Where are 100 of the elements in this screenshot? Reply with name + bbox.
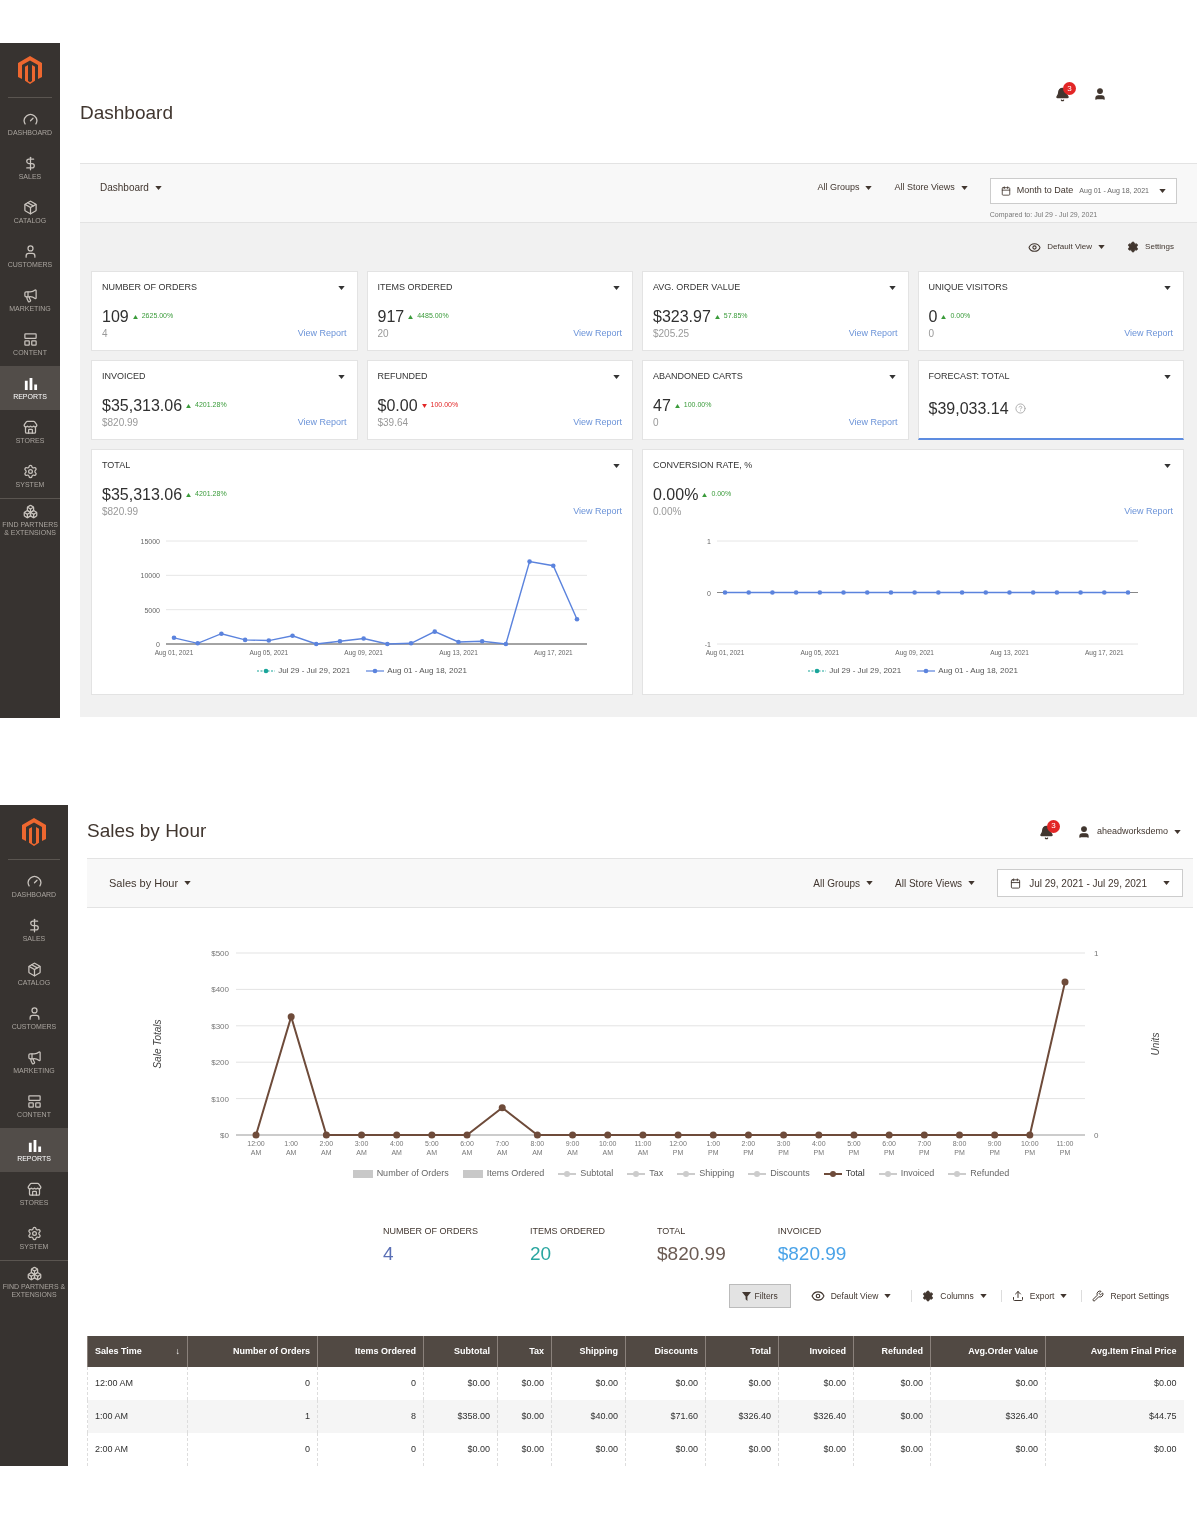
view-report-link[interactable]: View Report: [573, 327, 622, 341]
view-selector[interactable]: Default View: [1028, 240, 1106, 254]
data-point: [885, 1131, 893, 1139]
data-point: [1061, 978, 1069, 986]
caret-icon: [960, 185, 968, 190]
column-header[interactable]: Tax: [497, 1336, 552, 1367]
user-menu[interactable]: aheadworksdemo: [1076, 824, 1181, 839]
data-point: [841, 589, 846, 595]
page-title: Dashboard: [80, 101, 173, 125]
data-point: [1102, 589, 1107, 595]
data-point: [864, 589, 870, 595]
logo-icon[interactable]: [17, 55, 43, 85]
view-report-link[interactable]: View Report: [848, 327, 898, 341]
columns-button[interactable]: Columns: [911, 1289, 987, 1303]
legend-line-icon: [878, 1169, 897, 1178]
data-point: [991, 1131, 999, 1139]
dropdown-button[interactable]: Sales by Hour: [109, 874, 192, 892]
column-header[interactable]: Number of Orders: [187, 1336, 318, 1367]
data-point: [290, 632, 295, 638]
table-cell: $0.00: [625, 1433, 706, 1466]
view-selector[interactable]: Default View: [804, 1289, 898, 1303]
caret-icon: [968, 881, 976, 885]
total-label: ITEMS ORDERED: [530, 1224, 606, 1238]
card-title: INVOICED: [102, 370, 146, 383]
caret-icon: [184, 881, 192, 885]
settings-icon: [22, 463, 38, 479]
report-settings-button[interactable]: Report Settings: [1081, 1289, 1169, 1303]
caret-icon: [888, 285, 896, 290]
funnel-icon: [741, 1291, 751, 1301]
person-icon: [26, 1005, 42, 1021]
card-menu-button[interactable]: [611, 283, 622, 292]
legend-line-icon: [677, 1169, 696, 1178]
dropdown-button[interactable]: All Store Views: [894, 181, 968, 195]
date-range-button[interactable]: Jul 29, 2021 - Jul 29, 2021: [997, 869, 1183, 897]
data-point: [1054, 589, 1060, 595]
settings-button[interactable]: Settings: [1127, 241, 1174, 253]
dropdown-button[interactable]: All Groups: [817, 181, 873, 195]
card-menu-button[interactable]: [1162, 372, 1173, 381]
caret-icon: [865, 185, 873, 190]
column-header[interactable]: Discounts: [625, 1336, 706, 1367]
export-button[interactable]: Export: [1000, 1289, 1068, 1303]
person-icon: [22, 243, 38, 259]
upload-icon: [1011, 1290, 1024, 1302]
column-header[interactable]: Avg.Item Final Price: [1045, 1336, 1184, 1367]
legend-label: Total: [845, 1167, 865, 1180]
view-report-link[interactable]: View Report: [1124, 327, 1173, 341]
view-report-link[interactable]: View Report: [1124, 505, 1173, 519]
legend-item[interactable]: Number of Orders: [352, 1167, 449, 1181]
column-header[interactable]: Subtotal: [423, 1336, 498, 1367]
legend-item[interactable]: Invoiced: [878, 1167, 935, 1181]
view-report-link[interactable]: View Report: [297, 416, 347, 430]
calendar-icon: [1000, 186, 1011, 196]
view-report-link[interactable]: View Report: [573, 416, 622, 430]
caret-icon: [613, 374, 620, 379]
logo-icon[interactable]: [21, 817, 47, 847]
view-report-link[interactable]: View Report: [848, 416, 898, 430]
card-title: ITEMS ORDERED: [377, 281, 453, 294]
data-point: [322, 1131, 330, 1139]
table-cell: $0.00: [1045, 1433, 1184, 1466]
column-header[interactable]: Avg.Order Value: [930, 1336, 1046, 1367]
card-menu-button[interactable]: [1162, 461, 1173, 470]
data-point: [195, 640, 200, 646]
card-menu-button[interactable]: [1162, 283, 1173, 292]
table-cell: 2:00 AM: [87, 1433, 188, 1466]
filters-button[interactable]: Filters: [728, 1284, 791, 1308]
column-header[interactable]: Items Ordered: [317, 1336, 424, 1367]
caret-icon: [1164, 285, 1171, 290]
column-header[interactable]: Invoiced: [778, 1336, 854, 1367]
column-header[interactable]: Shipping: [551, 1336, 626, 1367]
legend-item[interactable]: Items Ordered: [462, 1167, 545, 1181]
caret-icon: [613, 463, 620, 468]
megaphone-icon: [26, 1049, 42, 1065]
legend-item[interactable]: Tax: [627, 1167, 664, 1181]
dropdown-button[interactable]: All Groups: [813, 875, 874, 891]
legend-item[interactable]: Refunded: [948, 1167, 1010, 1181]
caret-icon: [1164, 463, 1171, 468]
view-report-link[interactable]: View Report: [573, 505, 622, 519]
view-report-link[interactable]: View Report: [297, 327, 347, 341]
legend-item[interactable]: Total: [823, 1167, 865, 1181]
dropdown-button[interactable]: All Store Views: [895, 875, 976, 891]
legend-item[interactable]: Subtotal: [558, 1167, 614, 1181]
data-point: [888, 589, 894, 595]
column-header[interactable]: Total: [705, 1336, 779, 1367]
card-menu-button[interactable]: [611, 461, 622, 470]
legend-item[interactable]: Discounts: [748, 1167, 810, 1181]
wrench-icon: [1092, 1290, 1105, 1302]
dropdown-button[interactable]: Dashboard: [100, 180, 162, 195]
legend-item[interactable]: Shipping: [677, 1167, 735, 1181]
legend-label: Aug 01 - Aug 18, 2021: [387, 664, 467, 677]
column-header[interactable]: Sales Time ↓: [87, 1336, 188, 1367]
store-icon: [26, 1181, 42, 1197]
axis-tick-label: $0: [220, 1131, 229, 1140]
previous-value: 0: [653, 415, 659, 430]
card-menu-button[interactable]: [611, 372, 622, 381]
previous-value: 20: [377, 326, 389, 341]
user-icon[interactable]: [1093, 87, 1107, 101]
column-header[interactable]: Refunded: [853, 1336, 931, 1367]
data-point: [674, 1131, 682, 1139]
data-point: [551, 562, 556, 568]
axis-title: Sale Totals: [152, 1019, 163, 1069]
